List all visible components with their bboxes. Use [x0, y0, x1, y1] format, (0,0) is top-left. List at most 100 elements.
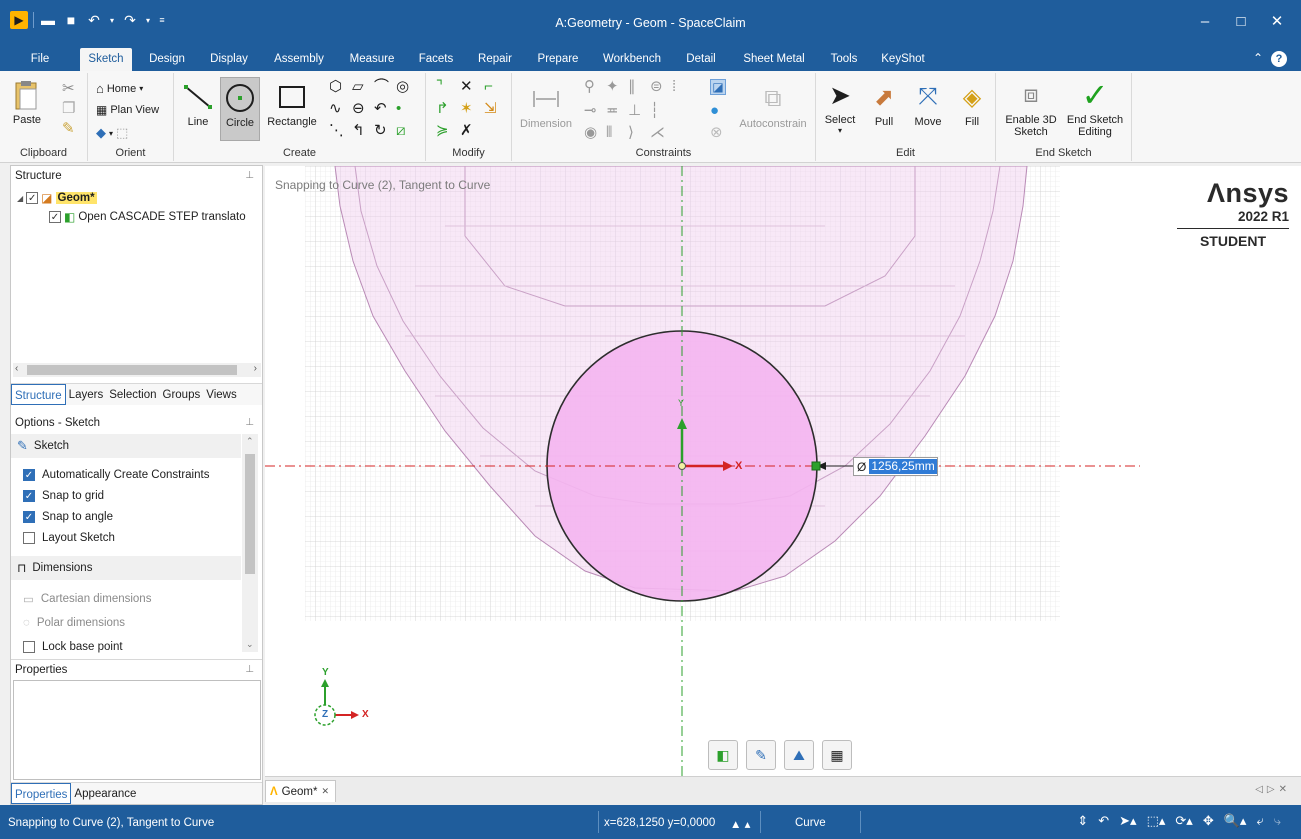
construction-line-icon[interactable]: ⋱	[329, 123, 344, 138]
close-button[interactable]: ✕	[1259, 8, 1295, 34]
auto-constraints-checkbox[interactable]: ✓	[23, 469, 35, 481]
sketch-canvas[interactable]	[265, 166, 1301, 776]
tab-layers[interactable]: Layers	[66, 384, 107, 405]
show-dimensions-icon[interactable]: ●	[710, 103, 719, 118]
tab-assembly[interactable]: Assembly	[266, 48, 332, 71]
options-scroll-thumb[interactable]	[245, 454, 255, 574]
tab-keyshot[interactable]: KeyShot	[874, 48, 932, 71]
lock-base-point-checkbox[interactable]	[23, 641, 35, 653]
circle-center-point[interactable]	[678, 462, 686, 470]
line-tool-button[interactable]: Line	[178, 81, 218, 128]
tab-sheet-metal[interactable]: Sheet Metal	[734, 48, 814, 71]
equal-radius-icon[interactable]: ⊜	[650, 79, 663, 94]
tab-properties[interactable]: Properties	[11, 783, 72, 804]
symmetric-icon[interactable]: ⁞	[672, 79, 676, 94]
option-auto-constraints[interactable]: ✓ Automatically Create Constraints	[23, 469, 209, 481]
scale-icon[interactable]: ✗	[460, 123, 473, 138]
tab-sketch[interactable]: Sketch	[80, 48, 132, 71]
three-point-arc-icon[interactable]: ↻	[374, 123, 387, 138]
tree-item-root[interactable]: ◢ ✓ ◪ Geom*	[17, 191, 97, 205]
select-tool-icon[interactable]: ➤▴	[1119, 813, 1136, 829]
tab-workbench[interactable]: Workbench	[596, 48, 668, 71]
tab-prepare[interactable]: Prepare	[530, 48, 586, 71]
ellipse-icon[interactable]: ⊖	[352, 101, 365, 116]
scroll-thumb[interactable]	[27, 365, 237, 375]
scroll-right-icon[interactable]: ›	[254, 363, 257, 374]
snap-angle-checkbox[interactable]: ✓	[23, 511, 35, 523]
create-rounded-corner-icon[interactable]: ⌝	[436, 79, 443, 94]
options-vertical-scrollbar[interactable]: ⌃ ⌄	[242, 434, 258, 652]
tab-views[interactable]: Views	[203, 384, 239, 405]
component-visibility-checkbox[interactable]: ✓	[49, 211, 61, 223]
three-point-rectangle-icon[interactable]: ▱	[352, 79, 364, 94]
option-cartesian-dimensions[interactable]: ▭ Cartesian dimensions	[23, 592, 151, 606]
tab-design[interactable]: Design	[142, 48, 192, 71]
circle-tool-button[interactable]: Circle	[220, 77, 260, 141]
select-new-sketch-plane-icon[interactable]: ◧	[708, 740, 738, 770]
snap-options-icon[interactable]: ▲ ▴	[730, 817, 750, 831]
equal-length-icon[interactable]: ≖	[606, 103, 619, 118]
rectangle-tool-button[interactable]: Rectangle	[264, 81, 320, 128]
tangent-arc-icon[interactable]: ⌒	[374, 79, 389, 94]
tab-facets[interactable]: Facets	[412, 48, 460, 71]
vertical-icon[interactable]: ┆	[650, 103, 659, 118]
offset-icon[interactable]: ↱	[436, 101, 449, 116]
design-viewport[interactable]: X Y Snapping to Curve (2), Tangent to Cu…	[265, 166, 1301, 776]
structure-horizontal-scrollbar[interactable]: ‹ ›	[13, 363, 261, 377]
enable-3d-sketch-button[interactable]: ⧈ Enable 3D Sketch	[1000, 79, 1062, 138]
end-sketch-editing-button[interactable]: ✓ End Sketch Editing	[1064, 77, 1126, 138]
create-corner-icon[interactable]: ⌐	[484, 79, 493, 94]
view-cube-button[interactable]: ◆ ▾ ⬚	[96, 125, 128, 141]
perpendicular-icon[interactable]: ⊥	[628, 103, 641, 118]
snap-point-marker[interactable]	[811, 461, 821, 471]
option-snap-angle[interactable]: ✓ Snap to angle	[23, 511, 113, 523]
pin-icon[interactable]: ⊥	[245, 166, 254, 186]
spin-icon[interactable]: ⟳▴	[1175, 813, 1192, 829]
move-grid-icon[interactable]: ⇲	[484, 101, 497, 116]
plan-view-tool-icon[interactable]: ▦	[822, 740, 852, 770]
format-painter-icon[interactable]: ✎	[62, 121, 75, 136]
help-icon[interactable]: ?	[1271, 51, 1287, 67]
split-curve-icon[interactable]: ✶	[460, 101, 473, 116]
tab-repair[interactable]: Repair	[470, 48, 520, 71]
next-view-icon[interactable]: ⤷	[1274, 813, 1281, 829]
maximize-button[interactable]: □	[1223, 8, 1259, 34]
fill-button[interactable]: ◈ Fill	[954, 81, 990, 129]
three-point-circle-icon[interactable]: ◎	[396, 79, 409, 94]
show-constraints-icon[interactable]: ◪	[710, 79, 726, 95]
undo-select-icon[interactable]: ↶	[1098, 813, 1109, 829]
cut-icon[interactable]: ✂	[62, 81, 75, 96]
spline-icon[interactable]: ∿	[329, 101, 342, 116]
tab-measure[interactable]: Measure	[342, 48, 402, 71]
horizontal-icon[interactable]: ⊸	[584, 103, 597, 118]
tab-appearance[interactable]: Appearance	[71, 783, 139, 804]
plan-view-button[interactable]: ▦ Plan View	[96, 103, 159, 117]
trim-away-icon[interactable]: ✕	[460, 79, 473, 94]
expand-icon[interactable]: ◢	[17, 194, 23, 203]
doc-tab-geom[interactable]: Λ Geom* ✕	[265, 780, 337, 802]
face-curve-icon[interactable]: ⧄	[396, 123, 406, 138]
move-button[interactable]: ⤧ Move	[910, 81, 946, 128]
tab-groups[interactable]: Groups	[160, 384, 204, 405]
angle-icon[interactable]: ⋌	[650, 125, 665, 140]
delete-constraints-icon[interactable]: ⊗	[710, 125, 723, 140]
minimize-button[interactable]: –	[1187, 8, 1223, 34]
tab-display[interactable]: Display	[202, 48, 256, 71]
tab-tools[interactable]: Tools	[824, 48, 864, 71]
offset-curve-icon[interactable]: ↰	[352, 123, 365, 138]
option-snap-grid[interactable]: ✓ Snap to grid	[23, 490, 104, 502]
midpoint-icon[interactable]: ⫴	[606, 125, 612, 140]
concentric-icon[interactable]: ◉	[584, 125, 597, 140]
diameter-value[interactable]: 1256,25mm	[869, 459, 937, 474]
parallel-icon[interactable]: ∥	[628, 79, 636, 94]
dimension-button[interactable]: Dimension	[516, 83, 576, 130]
options-section-sketch[interactable]: ✎ Sketch	[11, 434, 241, 458]
pin-icon[interactable]: ⊥	[245, 660, 254, 680]
snap-grid-checkbox[interactable]: ✓	[23, 490, 35, 502]
copy-icon[interactable]: ❐	[62, 101, 75, 116]
option-layout-sketch[interactable]: Layout Sketch	[23, 532, 115, 544]
paste-button[interactable]: Paste	[12, 79, 42, 126]
home-button[interactable]: ⌂ Home ▾	[96, 81, 143, 96]
box-select-icon[interactable]: ⬚▴	[1147, 813, 1166, 829]
bend-icon[interactable]: ≽	[436, 123, 449, 138]
